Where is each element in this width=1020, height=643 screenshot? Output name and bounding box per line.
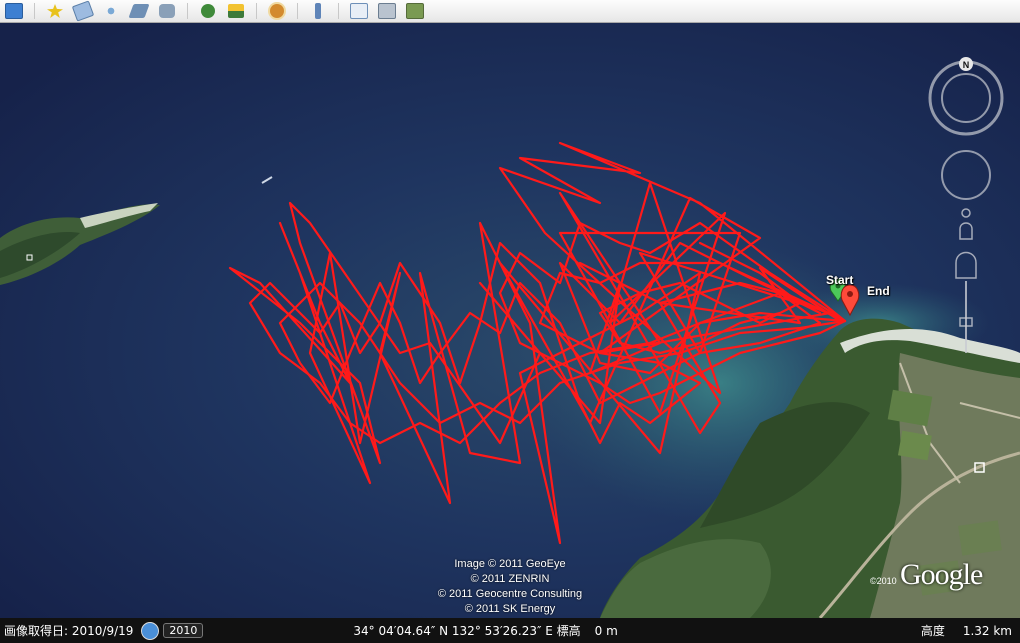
add-placemark-icon (47, 4, 63, 18)
save-image-icon (406, 3, 424, 19)
map-view[interactable]: Start End Image © 2011 GeoEye © 2011 ZEN… (0, 23, 1020, 618)
sidebar-toggle-icon (5, 3, 23, 19)
look-joystick[interactable] (941, 150, 991, 200)
eye-altitude: 1.32 km (962, 623, 1012, 638)
status-bar: 画像取得日: 2010/9/19 2010 34° 04′04.64″ N 13… (0, 618, 1020, 643)
imagery-credits: Image © 2011 GeoEye © 2011 ZENRIN © 2011… (410, 557, 610, 617)
historical-imagery-icon (201, 4, 215, 18)
credit-line: © 2011 ZENRIN (470, 573, 550, 585)
sunlight-button[interactable] (223, 1, 249, 21)
add-path-icon (103, 4, 119, 18)
pointer-elevation: 0 m (594, 623, 618, 638)
add-image-overlay-button[interactable] (126, 1, 152, 21)
print-button[interactable] (374, 1, 400, 21)
imagery-year-mark: ©2010 (870, 576, 897, 586)
historical-imagery-clock-icon[interactable] (141, 621, 160, 640)
navigation-controls: N (928, 57, 1004, 354)
pointer-coordinates: 34° 04′04.64″ N 132° 53′26.23″ E 標高 (353, 624, 581, 638)
email-button[interactable] (346, 1, 372, 21)
toolbar-divider (338, 3, 339, 19)
print-icon (378, 3, 396, 19)
switch-to-planets-icon (270, 4, 284, 18)
end-label[interactable]: End (867, 284, 890, 298)
ruler-icon (315, 3, 321, 19)
add-polygon-button[interactable] (70, 0, 96, 22)
imagery-year-button[interactable]: 2010 (163, 623, 204, 638)
historical-imagery-button[interactable] (195, 1, 221, 21)
zoom-slider[interactable] (955, 251, 977, 354)
start-label[interactable]: Start (826, 273, 853, 287)
toolbar-divider (34, 3, 35, 19)
credit-line: Image © 2011 GeoEye (454, 558, 566, 570)
record-tour-button[interactable] (154, 1, 180, 21)
altitude-label: 高度 (920, 624, 945, 638)
email-icon (350, 3, 368, 19)
credit-line: © 2011 Geocentre Consulting (437, 588, 583, 600)
record-tour-icon (159, 4, 175, 18)
add-polygon-icon (71, 0, 95, 22)
switch-to-planets-button[interactable] (264, 1, 290, 21)
sunlight-icon (228, 4, 244, 18)
imagery-date: 画像取得日: 2010/9/19 (4, 624, 134, 638)
toolbar (0, 0, 1020, 23)
add-image-overlay-icon (128, 4, 150, 18)
google-logo: Google (900, 558, 983, 591)
add-placemark-button[interactable] (42, 1, 68, 21)
ruler-button[interactable] (305, 1, 331, 21)
sidebar-toggle-button[interactable] (1, 1, 27, 21)
add-path-button[interactable] (98, 1, 124, 21)
toolbar-divider (187, 3, 188, 19)
toolbar-divider (297, 3, 298, 19)
save-image-button[interactable] (402, 1, 428, 21)
street-view-pegman-icon[interactable] (959, 208, 973, 240)
north-indicator: N (963, 60, 970, 70)
toolbar-divider (256, 3, 257, 19)
credit-line: © 2011 SK Energy (464, 603, 556, 615)
satellite-imagery (0, 23, 1020, 618)
